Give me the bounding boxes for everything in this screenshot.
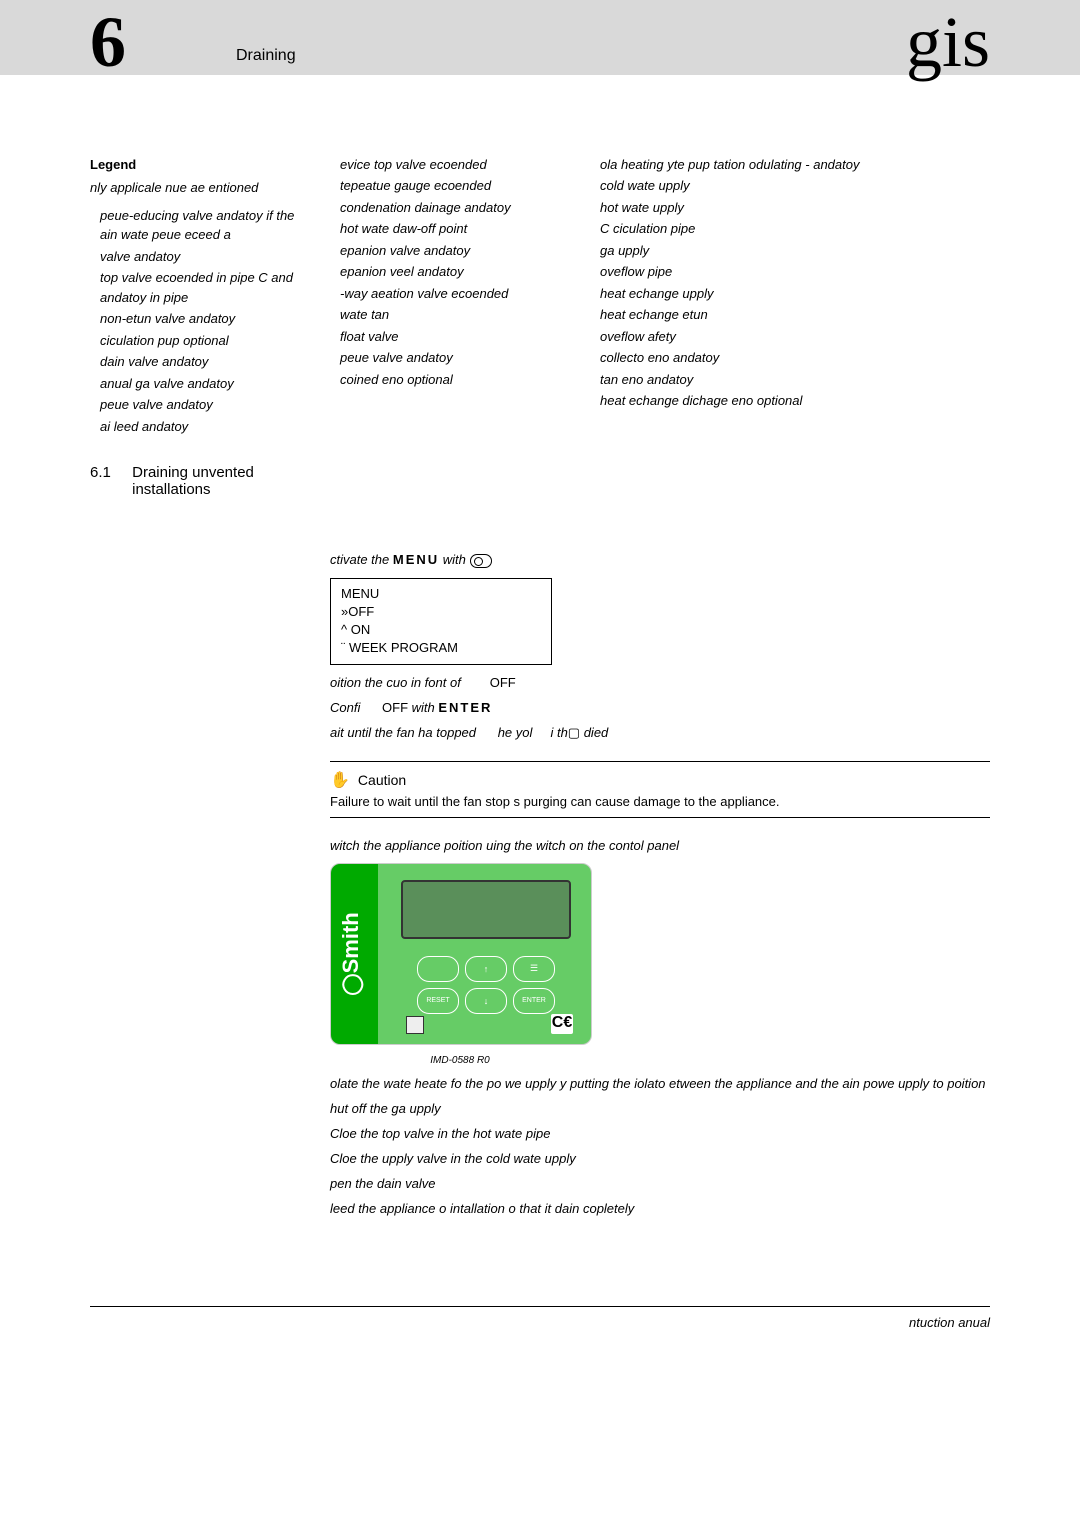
step-text: with — [412, 700, 439, 715]
control-panel-illustration: ◯Smith ▯▯▯▯▯▯ C€ — [330, 863, 592, 1045]
legend-item: non-etun valve andatoy — [100, 309, 310, 329]
legend-item: ai leed andatoy — [100, 417, 310, 437]
panel-square — [406, 1016, 424, 1034]
legend-item: top valve ecoended in pipe C and andatoy… — [100, 268, 310, 307]
legend-item: valve andatoy — [100, 247, 310, 267]
section-heading: 6.1 Draining unvented installations — [90, 464, 310, 498]
down-button[interactable] — [465, 988, 507, 1014]
menu-line: MENU — [341, 585, 541, 603]
step-text: oition the cuo in font of — [330, 675, 464, 690]
legend-item: C ciculation pipe — [600, 219, 990, 239]
chapter-number: 6 — [90, 10, 126, 75]
step-position: oition the cuo in font of OFF — [330, 675, 990, 690]
legend-item: heat echange etun — [600, 305, 990, 325]
step-text: died — [580, 725, 608, 740]
legend-item: coined eno optional — [340, 370, 570, 390]
legend-col3: ola heating yte pup tation odulating - a… — [600, 155, 990, 503]
legend-item: hot wate daw-off point — [340, 219, 570, 239]
dial-icon — [470, 554, 492, 568]
legend-item: hot wate upply — [600, 198, 990, 218]
step-wait: ait until the fan ha topped he yol i th▢… — [330, 725, 990, 741]
step-close1: Cloe the top valve in the hot wate pipe — [330, 1126, 990, 1141]
menu-button[interactable] — [513, 956, 555, 982]
step-text: ait until the fan ha topped — [330, 725, 480, 740]
legend-item: ga upply — [600, 241, 990, 261]
legend-item: condenation dainage andatoy — [340, 198, 570, 218]
up-button[interactable] — [465, 956, 507, 982]
legend-item: peue-educing valve andatoy if the ain wa… — [100, 206, 310, 245]
legend-item: cold wate upply — [600, 176, 990, 196]
step-shut: hut off the ga upply — [330, 1101, 990, 1116]
procedure-steps: ctivate the MENU with MENU »OFF ^ ON ¨ W… — [0, 542, 1080, 1265]
menu-display-box: MENU »OFF ^ ON ¨ WEEK PROGRAM — [330, 578, 552, 665]
step-text: i th — [550, 725, 567, 740]
footer: ntuction anual — [90, 1306, 990, 1330]
legend-item: epanion valve andatoy — [340, 241, 570, 261]
caution-text: Failure to wait until the fan stop s pur… — [330, 794, 990, 809]
legend-item: tan eno andatoy — [600, 370, 990, 390]
ce-mark: C€ — [551, 1014, 573, 1034]
legend-item: ciculation pup optional — [100, 331, 310, 351]
legend-item: oveflow pipe — [600, 262, 990, 282]
legend-item: -way aeation valve ecoended — [340, 284, 570, 304]
menu-line: ^ ON — [341, 621, 541, 639]
menu-keyword: MENU — [393, 552, 439, 567]
header-band: 6 Draining gis — [0, 0, 1080, 75]
step-text: he yol — [498, 725, 536, 740]
legend-item: collecto eno andatoy — [600, 348, 990, 368]
step-open: pen the dain valve — [330, 1176, 990, 1191]
section-number: 6.1 — [90, 464, 116, 498]
caution-title: Caution — [358, 772, 406, 788]
caution-block: ✋ Caution Failure to wait until the fan … — [330, 761, 990, 818]
step-text: with — [443, 552, 470, 567]
legend-item: tepeatue gauge ecoended — [340, 176, 570, 196]
step-switch: witch the appliance poition uing the wit… — [330, 838, 990, 853]
step-activate: ctivate the MENU with — [330, 552, 990, 568]
step-text: Confi — [330, 700, 364, 715]
chapter-title: Draining — [236, 47, 906, 75]
panel-buttons — [401, 956, 571, 1014]
menu-line: »OFF — [341, 603, 541, 621]
legend-item: float valve — [340, 327, 570, 347]
reset-button[interactable] — [417, 988, 459, 1014]
enter-button[interactable] — [513, 988, 555, 1014]
step-isolate: olate the wate heate fo the po we upply … — [330, 1076, 990, 1091]
section-title-text: Draining unvented installations — [132, 464, 310, 498]
step-close2: Cloe the upply valve in the cold wate up… — [330, 1151, 990, 1166]
panel-button[interactable] — [417, 956, 459, 982]
legend-title: Legend — [90, 155, 310, 175]
step-bleed: leed the appliance o intallation o that … — [330, 1201, 990, 1216]
enter-keyword: ENTER — [438, 700, 492, 715]
legend-item: peue valve andatoy — [100, 395, 310, 415]
panel-brand-text: ◯Smith — [338, 879, 364, 1029]
legend-item: evice top valve ecoended — [340, 155, 570, 175]
brand-text: gis — [906, 10, 990, 75]
panel-caption: IMD-0588 R0 — [330, 1055, 590, 1066]
legend-item: heat echange upply — [600, 284, 990, 304]
off-keyword: OFF — [490, 675, 516, 690]
footer-text: ntuction anual — [909, 1315, 990, 1330]
legend-col1: Legend nly applicale nue ae entioned peu… — [90, 155, 310, 437]
panel-screen — [401, 880, 571, 939]
step-confirm: Confi OFF with ENTER — [330, 700, 990, 715]
legend-item: wate tan — [340, 305, 570, 325]
legend-item: oveflow afety — [600, 327, 990, 347]
off-keyword: OFF — [382, 700, 412, 715]
legend-col2: evice top valve ecoended tepeatue gauge … — [340, 155, 570, 503]
legend-item: heat echange dichage eno optional — [600, 391, 990, 411]
legend-item: ola heating yte pup tation odulating - a… — [600, 155, 990, 175]
legend-item: anual ga valve andatoy — [100, 374, 310, 394]
legend-note: nly applicale nue ae entioned — [90, 178, 310, 198]
legend-item: epanion veel andatoy — [340, 262, 570, 282]
legend-item: peue valve andatoy — [340, 348, 570, 368]
hand-icon: ✋ — [330, 770, 350, 790]
step-text: ctivate the — [330, 552, 393, 567]
menu-line: ¨ WEEK PROGRAM — [341, 639, 541, 657]
legend-item: dain valve andatoy — [100, 352, 310, 372]
